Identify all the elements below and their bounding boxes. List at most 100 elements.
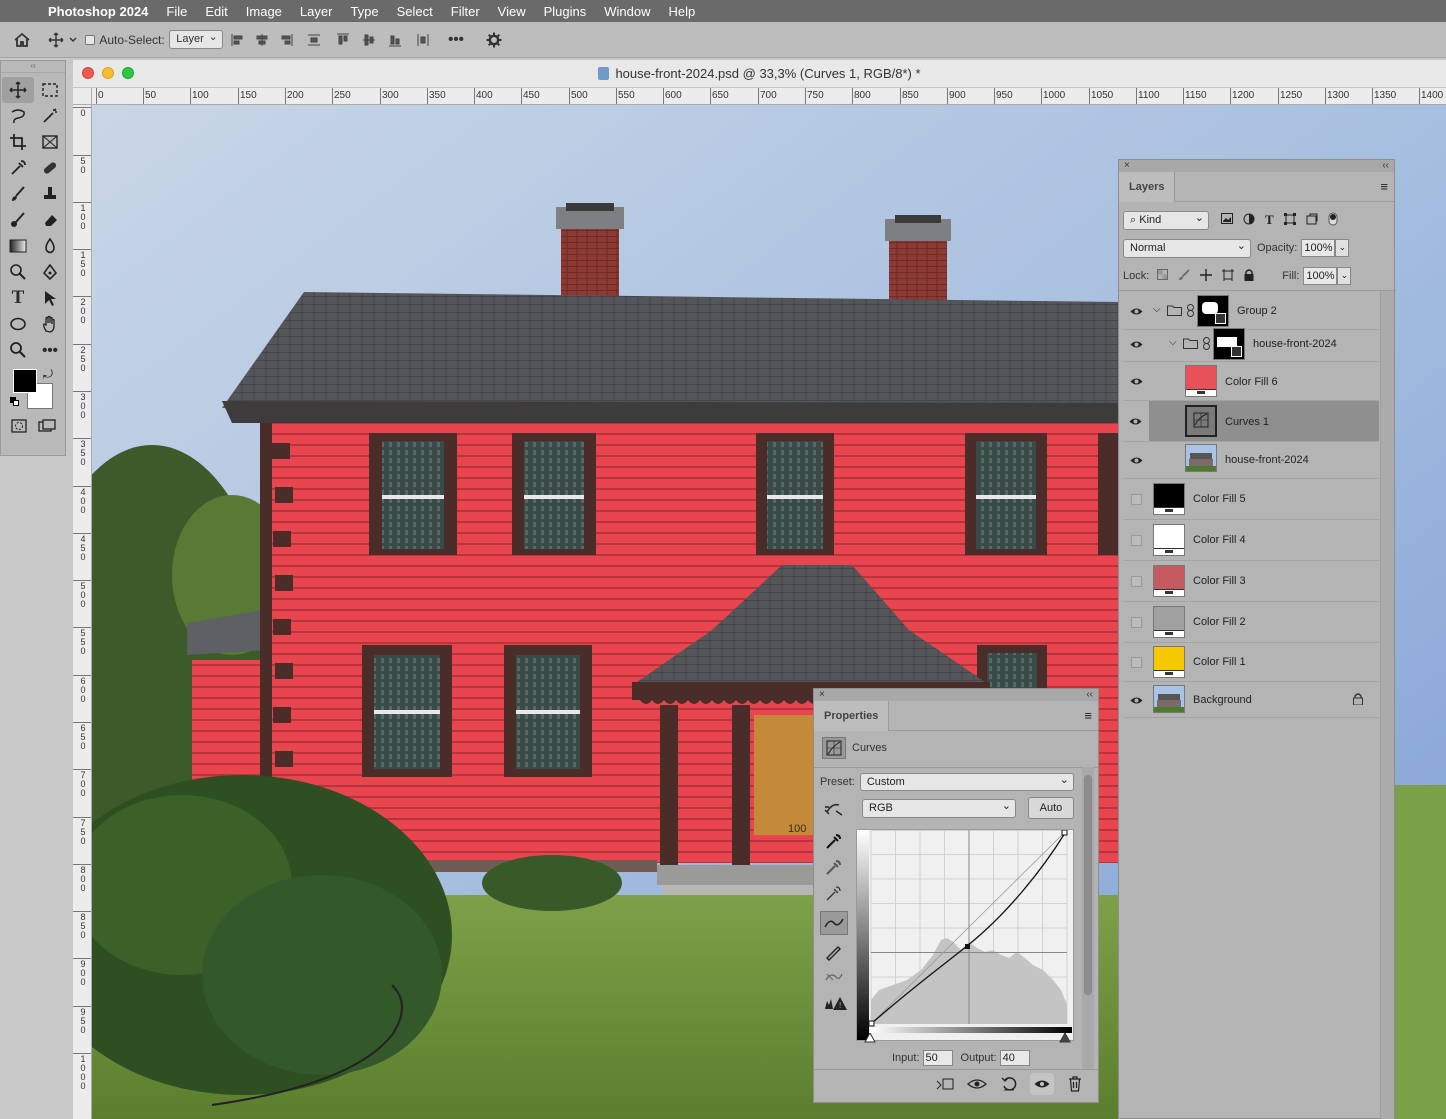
menu-view[interactable]: View xyxy=(489,4,535,19)
layer-row-color-fill-4[interactable]: Color Fill 4 xyxy=(1123,520,1379,561)
align-top-icon[interactable] xyxy=(330,29,356,51)
image-thumbnail[interactable] xyxy=(1185,444,1217,472)
marquee-tool-icon[interactable] xyxy=(34,77,66,103)
menu-app-name[interactable]: Photoshop 2024 xyxy=(44,4,157,19)
lock-icon[interactable] xyxy=(1353,693,1363,708)
clip-to-layer-icon[interactable] xyxy=(934,1074,956,1094)
frame-tool-icon[interactable] xyxy=(34,129,66,155)
layer-name[interactable]: house-front-2024 xyxy=(1253,338,1337,350)
layer-name[interactable]: Color Fill 4 xyxy=(1193,534,1246,546)
black-point-slider[interactable] xyxy=(864,1031,876,1046)
more-options-icon[interactable]: ••• xyxy=(438,29,474,51)
collapse-panel-icon[interactable]: ‹‹ xyxy=(1382,160,1389,172)
layer-row-color-fill-2[interactable]: Color Fill 2 xyxy=(1123,602,1379,643)
layer-name[interactable]: Color Fill 5 xyxy=(1193,493,1246,505)
channel-dropdown[interactable]: RGB xyxy=(862,798,1016,818)
tools-grip[interactable]: ‹‹ xyxy=(1,61,65,73)
brush-tool-icon[interactable] xyxy=(2,181,34,207)
align-left-icon[interactable] xyxy=(226,29,250,51)
layer-row-color-fill-5[interactable]: Color Fill 5 xyxy=(1123,479,1379,520)
layer-row-curves-1[interactable]: Curves 1 xyxy=(1149,401,1379,442)
visibility-toggle-off[interactable] xyxy=(1131,617,1142,628)
visibility-toggle-off[interactable] xyxy=(1131,535,1142,546)
on-image-adjust-icon[interactable] xyxy=(824,799,846,820)
eye-icon[interactable] xyxy=(1129,417,1142,429)
fill-input[interactable]: 100% xyxy=(1303,267,1338,285)
gear-icon[interactable] xyxy=(474,29,514,51)
ruler-origin[interactable] xyxy=(73,88,92,105)
align-bottom-icon[interactable] xyxy=(382,29,408,51)
home-icon[interactable] xyxy=(0,29,44,51)
align-right-icon[interactable] xyxy=(274,29,298,51)
eye-icon[interactable] xyxy=(1129,306,1143,316)
distribute-v-icon[interactable] xyxy=(408,29,438,51)
edit-toolbar-icon[interactable]: ••• xyxy=(34,337,66,363)
quick-mask-icon[interactable] xyxy=(6,415,32,437)
filter-toggle-icon[interactable] xyxy=(1328,212,1338,229)
properties-scrollbar-thumb[interactable] xyxy=(1084,775,1092,995)
white-point-slider[interactable] xyxy=(1059,1031,1071,1046)
eyedropper-tool-icon[interactable] xyxy=(2,155,34,181)
smooth-curve-icon[interactable] xyxy=(824,969,844,987)
layer-name[interactable]: Color Fill 2 xyxy=(1193,616,1246,628)
layer-name[interactable]: Curves 1 xyxy=(1225,416,1269,428)
distribute-h-icon[interactable] xyxy=(298,29,330,51)
menu-edit[interactable]: Edit xyxy=(196,4,236,19)
eraser-tool-icon[interactable] xyxy=(34,207,66,233)
align-center-h-icon[interactable] xyxy=(250,29,274,51)
visibility-toggle-off[interactable] xyxy=(1131,576,1142,587)
healing-brush-tool-icon[interactable] xyxy=(34,155,66,181)
eye-icon[interactable] xyxy=(1129,455,1143,465)
color-fill-thumbnail[interactable] xyxy=(1153,483,1185,515)
foreground-color-swatch[interactable] xyxy=(13,369,37,393)
sample-gray-point-icon[interactable] xyxy=(824,859,844,877)
layer-mask-thumbnail[interactable] xyxy=(1213,328,1245,360)
color-fill-thumbnail[interactable] xyxy=(1153,524,1185,556)
lock-artboard-icon[interactable] xyxy=(1222,268,1235,284)
fill-dropdown-icon[interactable]: ⌄ xyxy=(1337,267,1352,285)
default-colors-icon[interactable] xyxy=(10,397,20,407)
layers-scrollbar[interactable] xyxy=(1380,291,1394,1119)
panel-menu-icon[interactable]: ≡ xyxy=(1084,708,1092,723)
gradient-tool-icon[interactable] xyxy=(2,233,34,259)
mask-link-icon[interactable] xyxy=(1187,304,1194,320)
dodge-tool-icon[interactable] xyxy=(2,259,34,285)
lock-position-icon[interactable] xyxy=(1200,268,1213,284)
lock-pixels-icon[interactable] xyxy=(1178,268,1190,284)
lock-transparent-icon[interactable] xyxy=(1157,269,1169,283)
swap-colors-icon[interactable]: ⤾ xyxy=(43,367,53,382)
lock-all-icon[interactable] xyxy=(1244,268,1254,284)
menu-file[interactable]: File xyxy=(157,4,196,19)
clipping-warning-icon[interactable]: ! xyxy=(824,995,848,1013)
blur-tool-icon[interactable] xyxy=(34,233,66,259)
curves-thumbnail[interactable] xyxy=(1185,405,1217,437)
edit-points-curve-icon[interactable] xyxy=(820,911,848,935)
sample-black-point-icon[interactable] xyxy=(824,833,844,851)
history-brush-tool-icon[interactable] xyxy=(2,207,34,233)
tab-properties[interactable]: Properties xyxy=(814,700,890,731)
menu-filter[interactable]: Filter xyxy=(442,4,489,19)
tab-layers[interactable]: Layers xyxy=(1119,171,1176,202)
zoom-tool-icon[interactable] xyxy=(2,337,34,363)
input-value-field[interactable]: 50 xyxy=(922,1050,953,1066)
color-fill-thumbnail[interactable] xyxy=(1153,606,1185,638)
sample-white-point-icon[interactable] xyxy=(824,885,844,903)
pen-tool-icon[interactable] xyxy=(34,259,66,285)
layer-name[interactable]: Color Fill 6 xyxy=(1225,376,1278,388)
layer-name[interactable]: Group 2 xyxy=(1237,305,1277,317)
menu-window[interactable]: Window xyxy=(595,4,659,19)
menu-select[interactable]: Select xyxy=(388,4,442,19)
eye-icon[interactable] xyxy=(1129,695,1143,705)
layer-row-house-front-group[interactable]: ⌵ house-front-2024 xyxy=(1123,326,1379,362)
lasso-tool-icon[interactable] xyxy=(2,103,34,129)
output-value-field[interactable]: 40 xyxy=(999,1050,1030,1066)
curves-graph[interactable] xyxy=(856,829,1074,1041)
expand-arrow-icon[interactable]: ⌵ xyxy=(1169,337,1177,348)
color-fill-thumbnail[interactable] xyxy=(1153,646,1185,678)
properties-scrollbar[interactable] xyxy=(1082,767,1094,1069)
stamp-tool-icon[interactable] xyxy=(34,181,66,207)
image-thumbnail[interactable] xyxy=(1153,685,1185,713)
layer-name[interactable]: Color Fill 1 xyxy=(1193,656,1246,668)
move-tool-preset-icon[interactable] xyxy=(44,29,82,51)
layer-name[interactable]: Background xyxy=(1193,694,1252,706)
